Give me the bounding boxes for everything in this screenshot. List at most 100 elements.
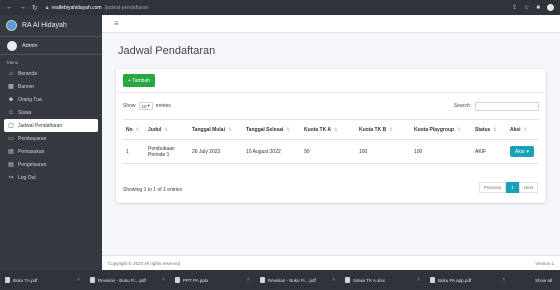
column-header-tanggal-mulai[interactable]: Tanggal Mulai ⇅ [189,119,243,140]
lock-icon: 🔒︎ [45,4,49,11]
menu-header: Menu [7,60,19,65]
page-title: Jadwal Pendaftaran [118,45,216,57]
sidebar: RA Al Hidayah Admin Menu ⌂ Beranda ▦ Ban… [0,15,102,270]
url-path: /jadwal-pendaftaran [104,4,149,11]
table-toolbar: Show 10 ▾ entries Search: [123,101,539,111]
action-dropdown-button[interactable]: Aksi ▾ [510,146,534,157]
income-icon: ▤ [8,149,14,155]
chevron-down-icon: ▾ [147,103,150,108]
download-item[interactable]: Revisian - Buku Fi....pdf ˄ [260,277,345,283]
column-header-no[interactable]: No ⇅ [123,119,145,140]
cell-tanggal-mulai: 26 July 2022 [189,139,243,164]
sort-icon: ⇅ [135,126,140,132]
pagination-page-1[interactable]: 1 [506,182,519,193]
cell-no: 1 [123,139,145,164]
sidebar-item-orang-tua[interactable]: ☻ Orang Tua [4,93,98,106]
sidebar-item-label: Jadwal Pendaftaran [18,122,63,129]
reload-icon[interactable]: ↻ [32,4,38,12]
sort-icon: ⇅ [523,126,528,132]
back-icon[interactable]: ← [6,4,13,11]
pagination-previous[interactable]: Previous [478,182,507,193]
entries-select[interactable]: 10 ▾ [138,102,153,110]
chevron-up-icon[interactable]: ˄ [247,277,250,283]
card-header: + Tambah [116,69,546,93]
add-schedule-button[interactable]: + Tambah [123,74,156,87]
sidebar-item-pembayaran[interactable]: ▭ Pembayaran [4,132,98,145]
footer-copyright: Copyright © 2022 All rights reserved [108,260,181,266]
downloads-bar: Buku TA.pdf ˄ Revisian - Buku Fi....pdf … [0,270,560,290]
download-filename: Siswa TK A.xlsx [353,277,385,283]
students-icon: ☺ [7,109,15,116]
browser-toolbar: ← → ↻ 🔒︎ realfebiyahidayah.com/jadwal-pe… [0,0,560,15]
download-item[interactable]: Buku PA app.pdf ˄ [430,277,515,283]
chevron-up-icon[interactable]: ˄ [502,277,505,283]
download-filename: Revisian - Buku Fi....pdf [98,277,146,283]
hamburger-menu-icon[interactable]: ≡ [114,19,119,28]
sidebar-item-banner[interactable]: ▦ Banner [4,80,98,93]
file-icon [345,277,350,283]
sidebar-item-label: Banner [18,83,35,90]
address-bar[interactable]: 🔒︎ realfebiyahidayah.com/jadwal-pendafta… [46,5,149,11]
browser-actions: ⇪ ☆ ■ [512,4,554,11]
sidebar-item-siswa[interactable]: ☺ Siswa [4,106,98,119]
sort-icon: ⇅ [164,126,169,132]
download-item[interactable]: PPT PA.pptx ˄ [175,277,260,283]
sidebar-item-beranda[interactable]: ⌂ Beranda [4,67,98,80]
sidebar-item-pemasukan[interactable]: ▤ Pemasukan [4,145,98,158]
expense-icon: ▤ [8,162,14,168]
forward-icon[interactable]: → [19,4,26,11]
sidebar-item-label: Siswa [18,109,32,116]
download-item[interactable]: Buku TA.pdf ˄ [5,277,90,283]
sidebar-item-label: Beranda [18,70,37,77]
column-header-aksi[interactable]: Aksi ⇅ [507,119,539,140]
share-icon[interactable]: ⇪ [512,4,517,11]
table-info: Showing 1 to 1 of 1 entries [123,187,183,193]
sidebar-item-pengeluaran[interactable]: ▤ Pengeluaran [4,158,98,171]
show-all-downloads-button[interactable]: Show all [535,278,552,283]
file-icon [5,277,10,283]
column-header-kuota-tk-b[interactable]: Kuota TK B ⇅ [356,119,411,140]
brand[interactable]: RA Al Hidayah [0,15,102,37]
column-header-kuota-tk-a[interactable]: Kuota TK A ⇅ [301,119,356,140]
sort-icon: ⇅ [457,126,461,132]
column-header-judul[interactable]: Judul ⇅ [145,119,189,140]
star-icon[interactable]: ☆ [524,4,529,11]
cell-kuota-playgroup: 100 [411,139,472,164]
users-icon: ☻ [7,96,15,103]
column-header-tanggal-selesai[interactable]: Tanggal Selesai ⇅ [243,119,301,140]
search-input[interactable] [475,101,539,111]
main-content: Jadwal Pendaftaran + Tambah Show 10 ▾ en… [102,33,560,255]
cell-judul: Pembukaan Periode 1 [145,139,189,164]
sort-icon: ⇅ [286,126,291,132]
calendar-icon: ▢ [8,123,14,129]
extensions-icon[interactable]: ■ [536,5,540,11]
sidebar-item-label: Orang Tua [18,96,42,103]
cell-tanggal-selesai: 10 August 2022 [243,139,301,164]
user-avatar [7,40,17,51]
payment-icon: ▭ [8,136,14,142]
sidebar-item-label: Log Out [18,174,36,181]
chevron-up-icon[interactable]: ˄ [332,277,335,283]
entries-value: 10 [141,103,147,109]
pagination: Previous 1 Next [478,182,538,193]
sort-icon: ⇅ [334,126,338,132]
url-host: realfebiyahidayah.com [51,4,102,11]
brand-logo-icon [6,20,17,31]
download-filename: Buku TA.pdf [13,277,38,283]
file-icon [90,277,95,283]
sidebar-item-jadwal-pendaftaran[interactable]: ▢ Jadwal Pendaftaran [4,119,98,132]
download-item[interactable]: Siswa TK A.xlsx ˄ [345,277,430,283]
column-header-kuota-playgroup[interactable]: Kuota Playgroup ⇅ [411,119,472,140]
sidebar-item-log-out[interactable]: ↪ Log Out [4,171,98,184]
chevron-up-icon[interactable]: ˄ [77,277,80,283]
user-panel[interactable]: Admin [0,37,102,55]
column-header-status[interactable]: Status ⇅ [472,119,507,140]
chevron-up-icon[interactable]: ˄ [162,277,165,283]
pagination-next[interactable]: Next [518,182,538,193]
footer-version: Version 1 [535,260,554,266]
chevron-up-icon[interactable]: ˄ [417,277,420,283]
profile-avatar[interactable] [547,4,554,11]
download-item[interactable]: Revisian - Buku Fi....pdf ˄ [90,277,175,283]
table-header-row: No ⇅ Judul ⇅ Tanggal Mulai ⇅ Tanggal Selesa… [123,119,539,140]
download-filename: PPT PA.pptx [183,277,209,283]
